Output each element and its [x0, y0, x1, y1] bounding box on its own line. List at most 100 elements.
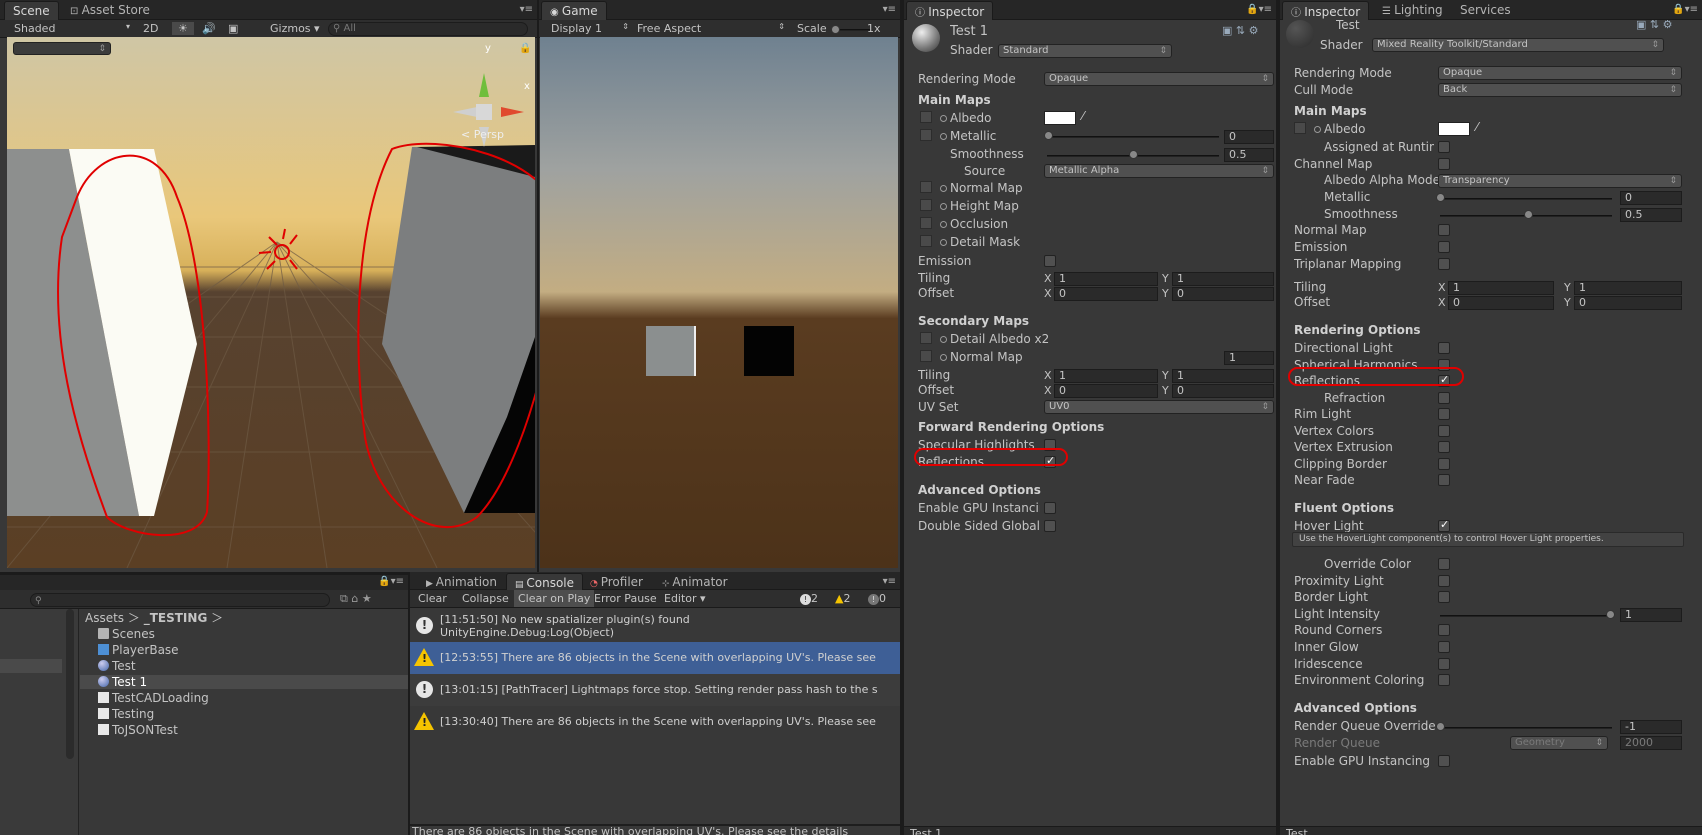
- border-light-checkbox[interactable]: [1438, 591, 1450, 603]
- tab-services[interactable]: Services: [1452, 1, 1519, 20]
- vertex-extrusion-checkbox[interactable]: [1438, 441, 1450, 453]
- near-fade-checkbox[interactable]: [1438, 474, 1450, 486]
- detail-mask-slot[interactable]: [920, 235, 932, 247]
- detail-albedo-picker-icon[interactable]: [940, 336, 947, 343]
- offset-x-field[interactable]: 0: [1054, 287, 1158, 301]
- tab-game[interactable]: ◉ Game: [541, 1, 607, 20]
- gizmos-dropdown[interactable]: Gizmos ▾: [270, 22, 320, 35]
- source-dropdown[interactable]: Metallic Alpha: [1044, 164, 1274, 178]
- rim-light-checkbox[interactable]: [1438, 408, 1450, 420]
- tab-scene[interactable]: Scene: [4, 1, 59, 20]
- clear-on-play-button[interactable]: Clear on Play: [514, 590, 595, 607]
- render-queue-slider[interactable]: [1440, 727, 1612, 729]
- log-entry[interactable]: ! [12:53:55] There are 86 objects in the…: [410, 642, 900, 674]
- lock-menu-icon[interactable]: 🔒▾≡: [378, 576, 404, 587]
- metallic-field[interactable]: 0: [1620, 191, 1682, 205]
- smoothness-slider-knob[interactable]: [1524, 210, 1533, 219]
- metallic-texture-slot[interactable]: [920, 129, 932, 141]
- lighting-toggle-icon[interactable]: ☀: [172, 22, 194, 35]
- sec-normal-map-slot[interactable]: [920, 350, 932, 362]
- light-intensity-field[interactable]: 1: [1620, 608, 1682, 622]
- sec-tiling-y-field[interactable]: 1: [1172, 369, 1274, 383]
- clear-button[interactable]: Clear: [418, 592, 447, 605]
- albedo-alpha-mode-dropdown[interactable]: Transparency: [1438, 174, 1682, 188]
- info-count-badge[interactable]: ! 2: [800, 592, 818, 605]
- render-queue-slider-knob[interactable]: [1436, 722, 1445, 731]
- shader-dropdown[interactable]: Standard: [998, 44, 1172, 58]
- header-icons[interactable]: ▣ ⇅ ⚙: [1222, 24, 1258, 37]
- shader-dropdown[interactable]: Mixed Reality Toolkit/Standard: [1372, 38, 1664, 52]
- file-item[interactable]: TestCADLoading: [98, 691, 209, 705]
- albedo-picker-icon[interactable]: [940, 115, 947, 122]
- smoothness-field[interactable]: 0.5: [1224, 148, 1274, 162]
- sec-normal-map-picker-icon[interactable]: [940, 354, 947, 361]
- metallic-slider-knob[interactable]: [1044, 131, 1053, 140]
- albedo-color-swatch[interactable]: [1044, 111, 1076, 125]
- render-queue-override-field[interactable]: -1: [1620, 720, 1682, 734]
- 2d-toggle[interactable]: 2D: [143, 22, 158, 35]
- metallic-field[interactable]: 0: [1224, 130, 1274, 144]
- normal-map-checkbox[interactable]: [1438, 224, 1450, 236]
- proximity-light-checkbox[interactable]: [1438, 575, 1450, 587]
- file-item[interactable]: Testing: [98, 707, 154, 721]
- warn-count-badge[interactable]: ▲2: [835, 592, 850, 605]
- metallic-picker-icon[interactable]: [940, 133, 947, 140]
- file-item[interactable]: Test: [98, 659, 136, 673]
- log-entry[interactable]: ! [13:30:40] There are 86 objects in the…: [410, 706, 900, 738]
- smoothness-slider-knob[interactable]: [1129, 150, 1138, 159]
- aspect-dropdown[interactable]: Free Aspect ⇕: [637, 22, 787, 35]
- scene-viewport[interactable]: y x 🔒 < Persp: [7, 37, 535, 568]
- shading-mode-dropdown[interactable]: Shaded ▾: [14, 22, 134, 35]
- eyedropper-icon[interactable]: ⁄: [1476, 120, 1478, 134]
- emission-checkbox[interactable]: [1438, 241, 1450, 253]
- cull-mode-dropdown[interactable]: Back: [1438, 83, 1682, 97]
- round-corners-checkbox[interactable]: [1438, 624, 1450, 636]
- sec-offset-x-field[interactable]: 0: [1054, 384, 1158, 398]
- persp-label[interactable]: < Persp: [461, 128, 504, 141]
- panel-menu-icon[interactable]: 🔒▾≡: [1246, 4, 1272, 15]
- display-dropdown[interactable]: Display 1 ⇕: [551, 22, 631, 35]
- override-color-checkbox[interactable]: [1438, 558, 1450, 570]
- tree-scrollbar[interactable]: [66, 609, 74, 759]
- editor-dropdown[interactable]: Editor ▾: [664, 592, 706, 605]
- gpu-instancing-checkbox[interactable]: [1044, 502, 1056, 514]
- detail-albedo-slot[interactable]: [920, 332, 932, 344]
- triplanar-checkbox[interactable]: [1438, 258, 1450, 270]
- breadcrumb-assets[interactable]: Assets: [85, 611, 124, 625]
- directional-light-checkbox[interactable]: [1438, 342, 1450, 354]
- game-viewport[interactable]: [540, 37, 898, 568]
- panel-menu-icon[interactable]: 🔒▾≡: [1672, 4, 1698, 15]
- albedo-texture-slot[interactable]: [920, 111, 932, 123]
- occlusion-slot[interactable]: [920, 217, 932, 229]
- file-item[interactable]: PlayerBase: [98, 643, 179, 657]
- audio-toggle-icon[interactable]: 🔊: [202, 22, 216, 35]
- metallic-slider[interactable]: [1440, 198, 1612, 200]
- metallic-slider-knob[interactable]: [1436, 193, 1445, 202]
- scale-slider-knob[interactable]: [831, 25, 840, 34]
- iridescence-checkbox[interactable]: [1438, 658, 1450, 670]
- refraction-checkbox[interactable]: [1438, 392, 1450, 404]
- albedo-color-swatch[interactable]: [1438, 122, 1470, 136]
- offset-y-field[interactable]: 0: [1574, 296, 1682, 310]
- header-icons[interactable]: ▣ ⇅ ⚙: [1636, 18, 1672, 31]
- file-item[interactable]: Scenes: [98, 627, 155, 641]
- gpu-instancing-checkbox[interactable]: [1438, 755, 1450, 767]
- tiling-x-field[interactable]: 1: [1054, 272, 1158, 286]
- double-sided-checkbox[interactable]: [1044, 520, 1056, 532]
- inner-glow-checkbox[interactable]: [1438, 641, 1450, 653]
- environment-coloring-checkbox[interactable]: [1438, 674, 1450, 686]
- light-intensity-slider-knob[interactable]: [1606, 610, 1615, 619]
- render-queue-mode-dropdown[interactable]: Geometry: [1510, 736, 1608, 750]
- tab-inspector[interactable]: ⓘ Inspector: [906, 1, 994, 20]
- error-pause-button[interactable]: Error Pause: [594, 592, 657, 605]
- channel-map-checkbox[interactable]: [1438, 158, 1450, 170]
- file-item[interactable]: ToJSONTest: [98, 723, 178, 737]
- log-entry[interactable]: ! [13:01:15] [PathTracer] Lightmaps forc…: [410, 674, 900, 706]
- detail-mask-picker-icon[interactable]: [940, 239, 947, 246]
- light-intensity-slider[interactable]: [1440, 615, 1612, 617]
- height-map-slot[interactable]: [920, 199, 932, 211]
- tiling-x-field[interactable]: 1: [1448, 281, 1554, 295]
- filter-icons[interactable]: ⧉ ⌂ ★: [340, 592, 372, 606]
- error-count-badge[interactable]: ! 0: [868, 592, 886, 605]
- normal-map-slot[interactable]: [920, 181, 932, 193]
